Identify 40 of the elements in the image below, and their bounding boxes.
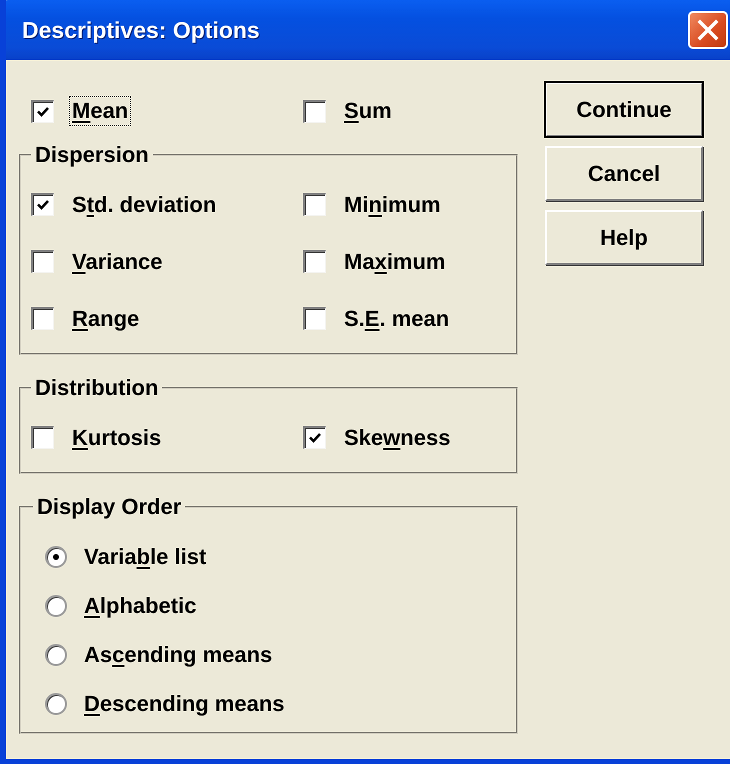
checkbox[interactable] bbox=[303, 100, 326, 122]
radio-button[interactable] bbox=[45, 644, 67, 666]
close-button[interactable] bbox=[688, 11, 728, 49]
checkbox[interactable] bbox=[303, 193, 326, 216]
group-title: Dispersion bbox=[34, 142, 150, 168]
check-icon bbox=[36, 198, 50, 212]
window-title: Descriptives: Options bbox=[22, 16, 260, 44]
radio-label: Alphabetic bbox=[83, 592, 198, 620]
radio-label: Variable list bbox=[83, 542, 208, 570]
checkbox-label: Minimum bbox=[343, 190, 442, 218]
checkbox[interactable] bbox=[303, 307, 326, 330]
checkbox-label: Mean bbox=[69, 96, 132, 126]
radio-button[interactable] bbox=[45, 692, 67, 714]
checkbox-label: Skewness bbox=[343, 424, 452, 452]
group-title: Distribution bbox=[34, 375, 160, 401]
check-icon bbox=[36, 104, 50, 118]
checkbox-label: Range bbox=[71, 304, 140, 333]
checkbox-label: Std. deviation bbox=[71, 190, 218, 218]
checkbox[interactable] bbox=[31, 307, 54, 330]
checkbox[interactable] bbox=[303, 426, 326, 449]
checkbox[interactable] bbox=[31, 250, 54, 273]
checkbox-label: Kurtosis bbox=[71, 424, 162, 452]
dialog-button[interactable]: Cancel bbox=[545, 146, 703, 201]
radio-label: Descending means bbox=[83, 690, 286, 718]
checkbox-label: Sum bbox=[343, 97, 393, 125]
checkbox[interactable] bbox=[31, 100, 54, 122]
group-title: Display Order bbox=[36, 494, 182, 520]
radio-label: Ascending means bbox=[83, 640, 274, 669]
radio-button[interactable] bbox=[45, 546, 67, 568]
checkbox[interactable] bbox=[31, 193, 54, 216]
dialog-button[interactable]: Help bbox=[545, 210, 703, 265]
checkbox-label: S.E. mean bbox=[343, 304, 450, 332]
radio-button[interactable] bbox=[45, 594, 67, 616]
dialog-button[interactable]: Continue bbox=[545, 82, 703, 137]
check-icon bbox=[308, 431, 322, 445]
checkbox-label: Variance bbox=[71, 248, 164, 276]
checkbox[interactable] bbox=[31, 426, 54, 449]
checkbox-label: Maximum bbox=[343, 248, 446, 276]
close-icon bbox=[697, 19, 719, 41]
checkbox[interactable] bbox=[303, 250, 326, 273]
